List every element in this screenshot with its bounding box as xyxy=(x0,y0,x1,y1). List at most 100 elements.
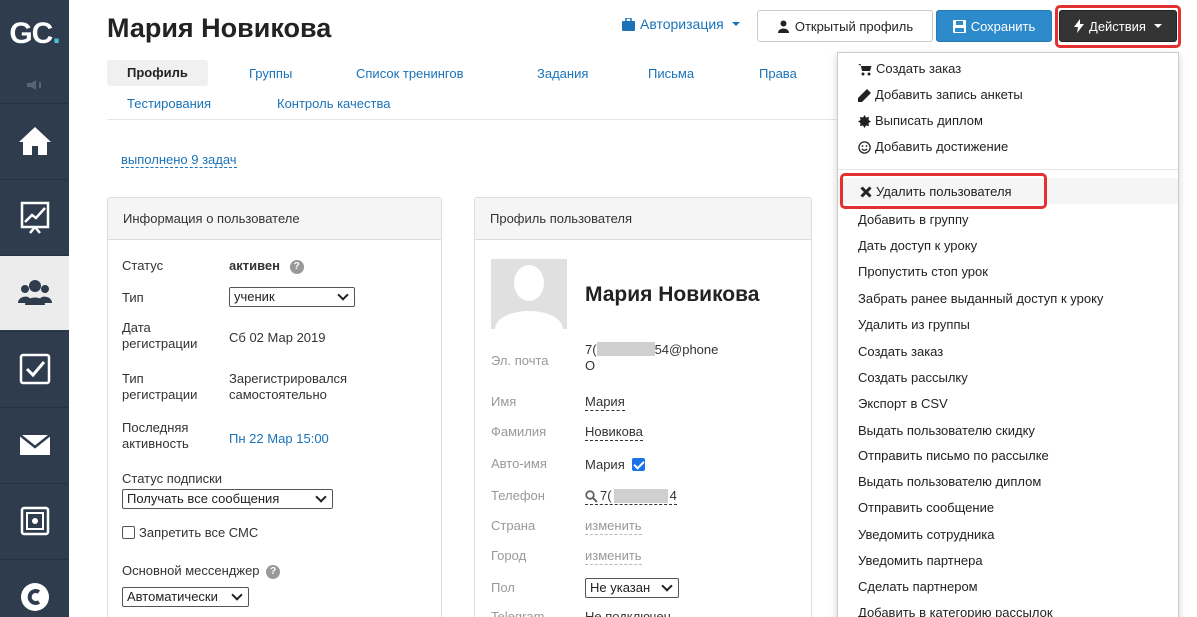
sms-checkbox-row[interactable]: Запретить все СМС xyxy=(122,525,258,541)
tab-testing[interactable]: Тестирования xyxy=(127,96,211,111)
page-title: Мария Новикова xyxy=(107,13,332,43)
help-icon[interactable]: ? xyxy=(289,259,304,274)
reg-type-label-line1: Тип xyxy=(122,371,144,386)
menu-item-give-lesson-access[interactable]: Дать доступ к уроку xyxy=(858,238,977,254)
menu-item-notify-partner[interactable]: Уведомить партнера xyxy=(858,553,983,569)
reg-date-value: Сб 02 Мар 2019 xyxy=(229,330,326,345)
open-profile-label: Открытый профиль xyxy=(794,18,914,34)
last-activity-label: Последняя активность xyxy=(122,420,189,452)
profile-name: Мария Новикова xyxy=(585,283,760,306)
menu-item-label: Создать заказ xyxy=(876,61,962,76)
chevron-down-icon xyxy=(315,491,327,503)
menu-item-issue-diploma[interactable]: Выписать диплом xyxy=(858,113,983,129)
tab-tasks[interactable]: Задания xyxy=(537,66,588,81)
tab-groups[interactable]: Группы xyxy=(249,66,292,81)
subscription-select-value: Получать все сообщения xyxy=(127,491,280,506)
tab-trainings[interactable]: Список тренингов xyxy=(356,66,464,81)
sidebar-item-users[interactable] xyxy=(0,255,69,330)
subscription-select[interactable]: Получать все сообщения xyxy=(122,489,333,509)
sidebar-item-home[interactable] xyxy=(0,103,69,178)
country-change-link[interactable]: изменить xyxy=(585,518,642,535)
menu-item-add-to-mailing-category[interactable]: Добавить в категорию рассылок xyxy=(858,605,1053,617)
save-button[interactable]: Сохранить xyxy=(936,10,1052,42)
authorization-dropdown[interactable]: Авторизация xyxy=(622,16,740,32)
menu-item-give-discount[interactable]: Выдать пользователю скидку xyxy=(858,423,1035,439)
gender-select[interactable]: Не указан xyxy=(585,578,679,598)
city-change-link[interactable]: изменить xyxy=(585,548,642,565)
speaker-icon xyxy=(26,80,41,90)
menu-item-make-partner[interactable]: Сделать партнером xyxy=(858,579,978,595)
email-line2: O xyxy=(585,358,596,373)
menu-item-create-order-top[interactable]: Создать заказ xyxy=(858,61,961,77)
sidebar-item-tasks[interactable] xyxy=(0,331,69,406)
subscription-label: Статус подписки xyxy=(122,471,223,486)
last-name-label: Фамилия xyxy=(491,424,547,439)
email-value[interactable]: 7(54@phone O xyxy=(585,342,718,374)
sms-checkbox[interactable] xyxy=(122,526,135,539)
actions-highlight-frame xyxy=(1055,5,1181,48)
menu-item-send-message[interactable]: Отправить сообщение xyxy=(858,500,994,516)
status-value: активен ? xyxy=(229,258,304,274)
menu-item-remove-from-group[interactable]: Удалить из группы xyxy=(858,317,970,333)
type-label: Тип xyxy=(122,290,144,305)
sms-checkbox-label: Запретить все СМС xyxy=(139,525,259,540)
autoname-value-text: Мария xyxy=(585,457,625,472)
reg-type-label: Тип регистрации xyxy=(122,371,197,403)
home-icon xyxy=(18,127,51,155)
menu-item-create-order[interactable]: Создать заказ xyxy=(858,344,943,360)
tab-letters[interactable]: Письма xyxy=(648,66,694,81)
autoname-value: Мария xyxy=(585,457,649,473)
gender-label: Пол xyxy=(491,580,515,595)
email-suffix: 54@phone xyxy=(654,342,719,357)
menu-item-send-mailing-letter[interactable]: Отправить письмо по рассылке xyxy=(858,448,1049,464)
user-info-heading: Информация о пользователе xyxy=(108,198,441,240)
delete-user-highlight-frame xyxy=(840,173,1047,209)
app-logo[interactable]: GC. xyxy=(0,0,69,68)
menu-item-notify-employee[interactable]: Уведомить сотрудника xyxy=(858,527,995,543)
reg-date-label: Дата регистрации xyxy=(122,320,197,352)
menu-item-give-diploma[interactable]: Выдать пользователю диплом xyxy=(858,474,1041,490)
menu-item-create-mailing[interactable]: Создать рассылку xyxy=(858,370,968,386)
avatar-placeholder-icon xyxy=(495,265,563,329)
phone-prefix: 7( xyxy=(600,488,612,503)
sidebar-item-safe[interactable] xyxy=(0,483,69,558)
menu-item-revoke-lesson-access[interactable]: Забрать ранее выданный доступ к уроку xyxy=(858,291,1103,307)
telegram-value: Не подключен xyxy=(585,609,671,617)
type-select-value: ученик xyxy=(234,289,275,304)
safe-icon xyxy=(20,506,49,536)
messenger-select[interactable]: Автоматически xyxy=(122,587,249,607)
sidebar-item-chat[interactable] xyxy=(0,559,69,617)
reg-date-label-line1: Дата xyxy=(122,320,151,335)
search-icon[interactable] xyxy=(585,489,598,503)
last-name-value[interactable]: Новикова xyxy=(585,424,643,441)
sidebar: GC. xyxy=(0,0,69,617)
help-icon[interactable]: ? xyxy=(266,564,281,579)
country-label: Страна xyxy=(491,518,536,533)
phone-value[interactable]: 7(4 xyxy=(585,488,677,505)
menu-item-export-csv[interactable]: Экспорт в CSV xyxy=(858,396,948,412)
tab-profile[interactable]: Профиль xyxy=(107,60,208,86)
menu-item-add-achievement[interactable]: Добавить достижение xyxy=(858,139,1008,155)
type-select[interactable]: ученик xyxy=(229,287,355,307)
autoname-checkbox[interactable] xyxy=(632,458,646,471)
actions-dropdown-menu: Создать заказ Добавить запись анкеты Вып… xyxy=(837,52,1179,617)
avatar[interactable] xyxy=(491,259,567,329)
sidebar-item-reports[interactable] xyxy=(0,179,69,254)
smile-icon xyxy=(858,140,871,154)
telegram-label: Telegram xyxy=(491,609,545,617)
tab-rights[interactable]: Права xyxy=(759,66,797,81)
first-name-value[interactable]: Мария xyxy=(585,394,625,411)
last-activity-label-line1: Последняя xyxy=(122,420,189,435)
sidebar-collapse-toggle[interactable] xyxy=(0,68,69,102)
first-name-label: Имя xyxy=(491,394,517,409)
tab-quality-control[interactable]: Контроль качества xyxy=(277,96,390,111)
completed-tasks-link[interactable]: выполнено 9 задач xyxy=(121,152,237,168)
last-activity-value[interactable]: Пн 22 Мар 15:00 xyxy=(229,431,329,447)
menu-item-skip-stop-lesson[interactable]: Пропустить стоп урок xyxy=(858,264,988,280)
briefcase-icon xyxy=(622,17,635,31)
menu-item-add-to-group[interactable]: Добавить в группу xyxy=(858,212,969,228)
menu-item-add-survey-record[interactable]: Добавить запись анкеты xyxy=(858,87,1023,103)
sidebar-item-mail[interactable] xyxy=(0,407,69,482)
open-profile-button[interactable]: Открытый профиль xyxy=(757,10,933,42)
certificate-icon xyxy=(858,114,871,128)
